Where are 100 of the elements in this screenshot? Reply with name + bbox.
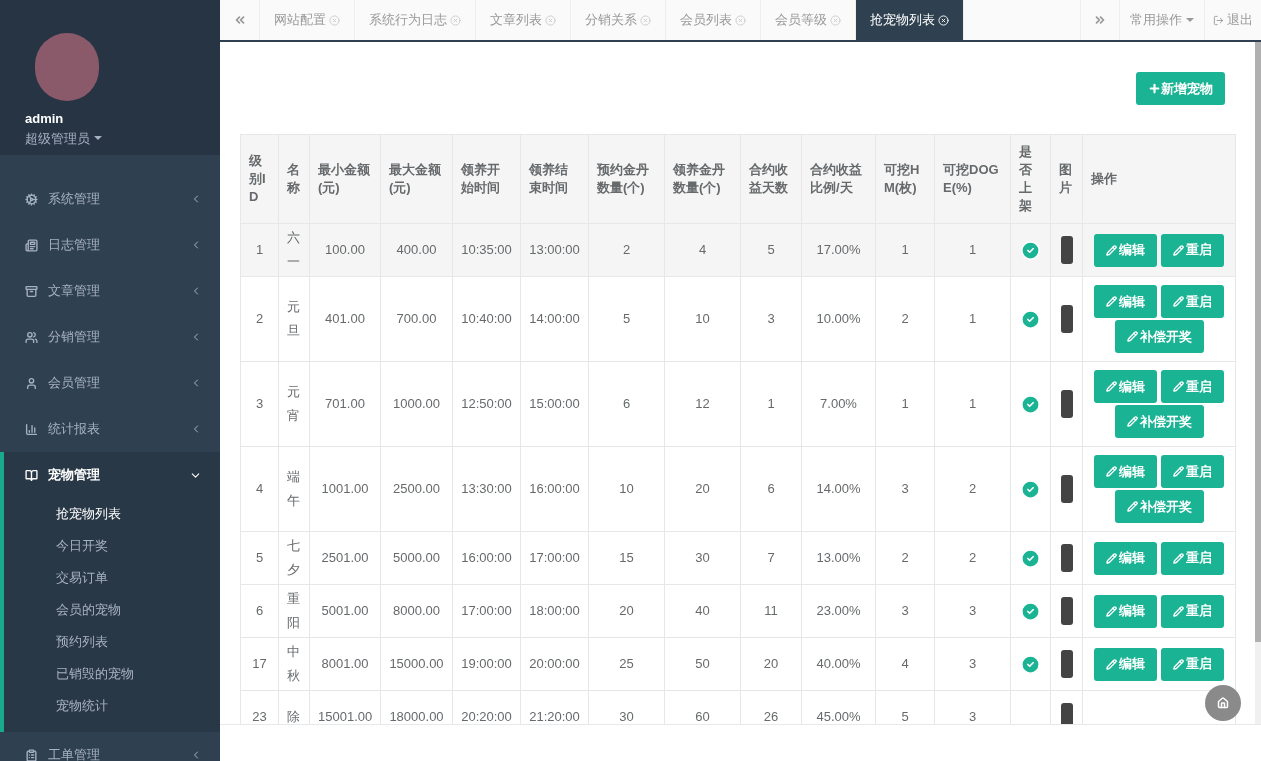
plus-icon bbox=[1148, 82, 1161, 95]
table-cell: 25 bbox=[588, 637, 665, 691]
table-cell: 2 bbox=[875, 276, 935, 362]
pencil-icon bbox=[1106, 244, 1117, 256]
action-button[interactable]: 重启 bbox=[1161, 594, 1224, 628]
pencil-icon bbox=[1106, 658, 1117, 670]
menu-item[interactable]: 文章管理 bbox=[0, 268, 220, 314]
table-cell: 10 bbox=[664, 276, 741, 362]
action-button[interactable]: 编辑 bbox=[1094, 370, 1157, 403]
pencil-icon bbox=[1106, 605, 1117, 617]
action-button[interactable]: 编辑 bbox=[1094, 647, 1157, 681]
action-button[interactable]: 编辑 bbox=[1094, 541, 1157, 575]
action-button[interactable]: 编辑 bbox=[1094, 455, 1157, 488]
table-cell: 5 bbox=[740, 223, 802, 277]
menu-item[interactable]: 会员管理 bbox=[0, 360, 220, 406]
table-cell: 3 bbox=[934, 584, 1011, 638]
action-button[interactable]: 重启 bbox=[1161, 370, 1224, 403]
table-cell: 6 bbox=[740, 446, 802, 532]
close-icon bbox=[329, 14, 340, 26]
table-cell: 2501.00 bbox=[309, 531, 381, 585]
table-cell: 1 bbox=[934, 276, 1011, 362]
table-cell: 19:00:00 bbox=[452, 637, 521, 691]
pencil-icon bbox=[1173, 605, 1184, 617]
submenu-item[interactable]: 预约列表 bbox=[4, 626, 220, 658]
action-button[interactable]: 补偿开奖 bbox=[1114, 490, 1204, 523]
role-dropdown[interactable]: 超级管理员 bbox=[25, 128, 102, 148]
pencil-icon bbox=[1106, 466, 1117, 477]
column-header: 是否上架 bbox=[1010, 134, 1051, 224]
pencil-icon bbox=[1173, 381, 1184, 392]
table-cell: 6 bbox=[588, 361, 665, 447]
table-cell: 30 bbox=[664, 531, 741, 585]
column-header: 最小金额(元) bbox=[309, 134, 381, 224]
table-cell: 7.00% bbox=[801, 361, 876, 447]
table-cell: 50 bbox=[664, 637, 741, 691]
table-cell: 元宵 bbox=[278, 361, 310, 447]
column-header: 可挖HM(枚) bbox=[875, 134, 935, 224]
close-icon bbox=[735, 14, 746, 26]
table-cell: 10:35:00 bbox=[452, 223, 521, 277]
table-cell: 10:40:00 bbox=[452, 276, 521, 362]
submenu-item[interactable]: 会员的宠物 bbox=[4, 594, 220, 626]
table-cell: 17:00:00 bbox=[452, 584, 521, 638]
submenu-item[interactable]: 今日开奖 bbox=[4, 530, 220, 562]
table-cell: 16:00:00 bbox=[452, 531, 521, 585]
table-cell: 15000.00 bbox=[380, 637, 453, 691]
table-cell: 8000.00 bbox=[380, 584, 453, 638]
table-cell: 15:00:00 bbox=[520, 361, 589, 447]
table-cell: 700.00 bbox=[380, 276, 453, 362]
menu-item[interactable]: 宠物管理 bbox=[4, 452, 220, 498]
caret-icon bbox=[94, 136, 102, 141]
table-cell: 1 bbox=[240, 223, 279, 277]
table-cell: 20 bbox=[588, 584, 665, 638]
menu-item[interactable]: 工单管理 bbox=[0, 732, 220, 761]
action-button[interactable]: 补偿开奖 bbox=[1114, 405, 1204, 438]
pencil-icon bbox=[1173, 466, 1184, 477]
action-button[interactable]: 编辑 bbox=[1094, 285, 1157, 318]
table-cell: 15 bbox=[588, 531, 665, 585]
action-button[interactable]: 重启 bbox=[1161, 233, 1224, 267]
table-cell: 1001.00 bbox=[309, 446, 381, 532]
column-header: 图片 bbox=[1050, 134, 1083, 224]
table-cell: 7 bbox=[740, 531, 802, 585]
action-button[interactable]: 编辑 bbox=[1094, 594, 1157, 628]
action-button[interactable]: 重启 bbox=[1161, 541, 1224, 575]
table-cell: 1000.00 bbox=[380, 361, 453, 447]
action-button[interactable]: 补偿开奖 bbox=[1114, 320, 1204, 353]
submenu-item[interactable]: 抢宠物列表 bbox=[4, 498, 220, 530]
table-cell: 40.00% bbox=[801, 637, 876, 691]
table-cell: 重阳 bbox=[278, 584, 310, 638]
user-icon bbox=[25, 376, 38, 390]
menu-item[interactable]: 系统管理 bbox=[0, 176, 220, 222]
table-cell: 3 bbox=[875, 446, 935, 532]
table-cell: 100.00 bbox=[309, 223, 381, 277]
submenu-item[interactable]: 已销毁的宠物 bbox=[4, 658, 220, 690]
pencil-icon bbox=[1106, 381, 1117, 392]
table-cell: 1 bbox=[934, 361, 1011, 447]
table-cell: 10 bbox=[588, 446, 665, 532]
add-pet-button[interactable]: 新增宠物 bbox=[1136, 72, 1225, 105]
menu-item[interactable]: 日志管理 bbox=[0, 222, 220, 268]
column-header: 合约收益天数 bbox=[740, 134, 802, 224]
menu-item[interactable]: 分销管理 bbox=[0, 314, 220, 360]
action-button[interactable]: 重启 bbox=[1161, 647, 1224, 681]
close-icon bbox=[640, 14, 651, 26]
clipboard-icon bbox=[25, 748, 38, 761]
submenu-item[interactable]: 宠物统计 bbox=[4, 690, 220, 722]
scroll-right-button[interactable] bbox=[1080, 0, 1120, 40]
menu-item[interactable]: 统计报表 bbox=[0, 406, 220, 452]
action-button[interactable]: 编辑 bbox=[1094, 233, 1157, 267]
table-cell: 12:50:00 bbox=[452, 361, 521, 447]
table-cell: 2 bbox=[240, 276, 279, 362]
column-header: 预约金丹数量(个) bbox=[588, 134, 665, 224]
tab[interactable]: 抢宠物列表 bbox=[856, 0, 964, 40]
action-button[interactable]: 重启 bbox=[1161, 285, 1224, 318]
user-name: admin bbox=[25, 110, 65, 128]
table-cell: 5 bbox=[240, 531, 279, 585]
submenu-item[interactable]: 交易订单 bbox=[4, 562, 220, 594]
table-cell: 11 bbox=[740, 584, 802, 638]
bar-chart-icon bbox=[25, 422, 38, 436]
action-button[interactable]: 重启 bbox=[1161, 455, 1224, 488]
pencil-icon bbox=[1173, 296, 1184, 307]
archive-icon bbox=[25, 284, 38, 298]
table-cell: 2 bbox=[588, 223, 665, 277]
